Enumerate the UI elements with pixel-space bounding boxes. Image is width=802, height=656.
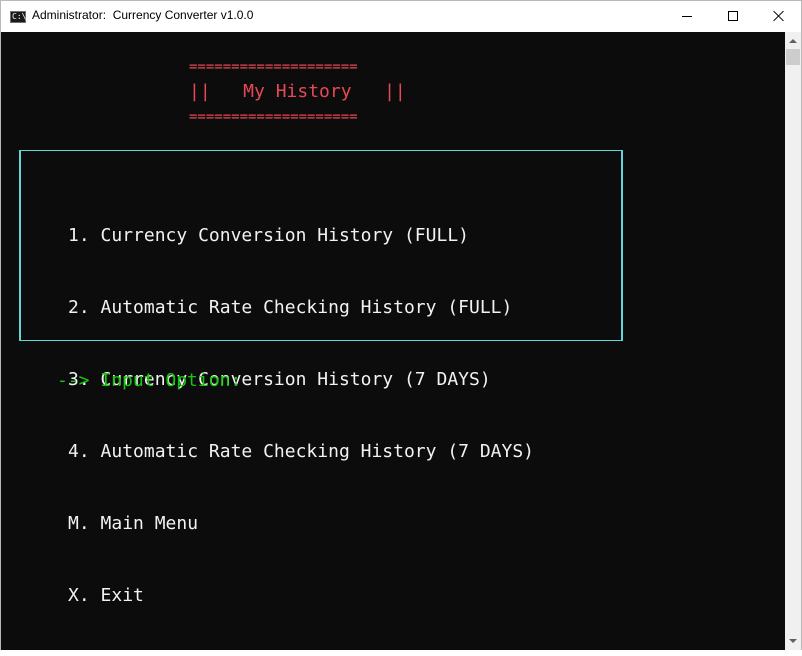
menu-item-2: 2. Automatic Rate Checking History (FULL… xyxy=(68,296,534,320)
menu-item-label: Automatic Rate Checking History (7 DAYS) xyxy=(100,441,535,462)
maximize-button[interactable] xyxy=(710,1,756,32)
menu-item-key: M. xyxy=(68,513,90,534)
minimize-button[interactable] xyxy=(664,1,710,32)
menu-item-key: 1. xyxy=(68,225,90,246)
menu-item-key: X. xyxy=(68,585,90,606)
close-icon xyxy=(773,10,785,22)
menu-item-main-menu: M. Main Menu xyxy=(68,512,534,536)
menu-item-label: Currency Conversion History (FULL) xyxy=(100,225,469,246)
menu-item-4: 4. Automatic Rate Checking History (7 DA… xyxy=(68,440,534,464)
menu-item-exit: X. Exit xyxy=(68,584,534,608)
console-app-icon[interactable]: C:\ xyxy=(10,11,26,23)
console-window: C:\ Administrator: Currency Converter v1… xyxy=(0,0,802,650)
scroll-up-icon[interactable] xyxy=(785,32,801,49)
menu-item-key: 2. xyxy=(68,297,90,318)
menu-item-1: 1. Currency Conversion History (FULL) xyxy=(68,224,534,248)
window-title: Administrator: Currency Converter v1.0.0 xyxy=(32,8,254,22)
menu-list: 1. Currency Conversion History (FULL) 2.… xyxy=(68,176,534,656)
scroll-down-icon[interactable] xyxy=(785,633,801,650)
scroll-thumb[interactable] xyxy=(786,49,800,65)
menu-item-label: Main Menu xyxy=(100,513,199,534)
maximize-icon xyxy=(728,11,738,21)
console-app-icon-glyph: C:\ xyxy=(12,12,27,21)
menu-item-label: Exit xyxy=(100,585,144,606)
minimize-icon xyxy=(682,16,692,17)
input-prompt: --> Input Option: xyxy=(57,370,242,391)
vertical-scrollbar[interactable] xyxy=(785,32,801,650)
banner-bottom-rule: ==================== xyxy=(189,109,358,125)
title-bar[interactable]: C:\ Administrator: Currency Converter v1… xyxy=(1,1,801,32)
banner-title: || My History || xyxy=(189,81,406,102)
menu-item-label: Automatic Rate Checking History (FULL) xyxy=(100,297,513,318)
banner-top-rule: ==================== xyxy=(189,59,358,75)
menu-item-key: 4. xyxy=(68,441,90,462)
close-button[interactable] xyxy=(756,1,802,32)
